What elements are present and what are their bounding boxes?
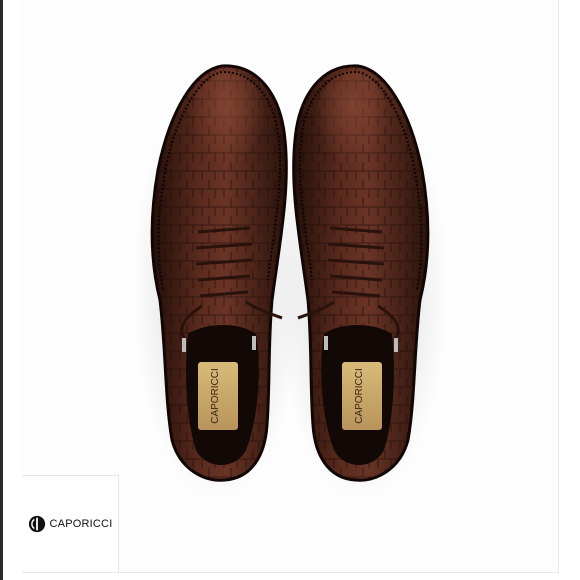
caporicci-logo-icon bbox=[28, 515, 45, 533]
left-shoe: CAPORICCI bbox=[150, 64, 288, 482]
svg-text:CAPORICCI: CAPORICCI bbox=[210, 368, 221, 424]
brand-logo[interactable]: CAPORICCI bbox=[28, 515, 113, 533]
brand-name: CAPORICCI bbox=[49, 518, 113, 530]
svg-text:CAPORICCI: CAPORICCI bbox=[354, 368, 365, 424]
right-shoe: CAPORICCI bbox=[292, 64, 430, 482]
brand-card: CAPORICCI bbox=[22, 475, 119, 572]
